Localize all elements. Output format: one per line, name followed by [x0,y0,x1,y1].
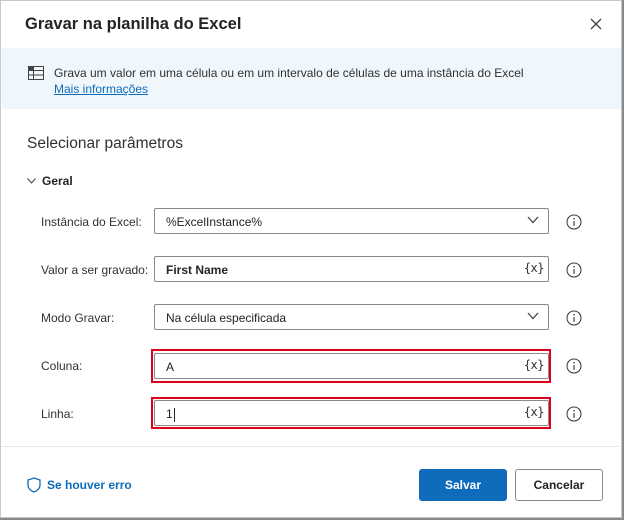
cancel-button[interactable]: Cancelar [515,469,603,501]
value-text: First Name [166,263,229,277]
value-label: Valor a ser gravado: [41,263,149,277]
mode-label: Modo Gravar: [41,311,115,325]
column-value: A [166,360,175,374]
excel-table-icon [28,66,44,80]
section-title: Selecionar parâmetros [27,135,183,152]
more-info-link[interactable]: Mais informações [54,82,148,96]
info-banner: Grava um valor em uma célula ou em um in… [2,48,621,109]
info-circle-icon[interactable] [566,214,582,230]
info-circle-icon[interactable] [566,406,582,422]
dialog: Gravar na planilha do Excel Grava um val… [0,0,622,518]
text-caret [173,407,175,422]
variable-picker-button[interactable]: {x} [524,405,545,419]
chevron-down-icon [27,178,36,184]
on-error-link[interactable]: Se houver erro [27,477,132,493]
instance-value: %ExcelInstance% [166,215,263,229]
close-icon [590,18,602,30]
info-circle-icon[interactable] [566,310,582,326]
instance-label: Instância do Excel: [41,215,142,229]
mode-value: Na célula especificada [166,311,287,325]
group-toggle-geral[interactable]: Geral [27,174,73,188]
shield-icon [27,477,41,493]
chevron-down-icon [527,312,539,320]
row-value-wrap: 1 [166,407,175,422]
variable-picker-button[interactable]: {x} [524,261,545,275]
value-input[interactable]: First Name {x} [154,256,549,282]
close-button[interactable] [585,13,607,35]
info-circle-icon[interactable] [566,262,582,278]
column-input[interactable]: A {x} [154,353,549,379]
row-label: Linha: [41,407,74,421]
dialog-title: Gravar na planilha do Excel [25,15,242,33]
info-description: Grava um valor em uma célula ou em um in… [54,66,524,80]
variable-picker-button[interactable]: {x} [524,358,545,372]
mode-dropdown[interactable]: Na célula especificada [154,304,549,330]
save-button[interactable]: Salvar [419,469,507,501]
chevron-down-icon [527,216,539,224]
instance-dropdown[interactable]: %ExcelInstance% [154,208,549,234]
row-input[interactable]: 1 {x} [154,400,549,426]
info-circle-icon[interactable] [566,358,582,374]
on-error-label: Se houver erro [47,478,132,492]
column-label: Coluna: [41,359,83,373]
row-value: 1 [166,407,173,421]
footer-divider [2,446,620,447]
group-label: Geral [42,174,73,188]
